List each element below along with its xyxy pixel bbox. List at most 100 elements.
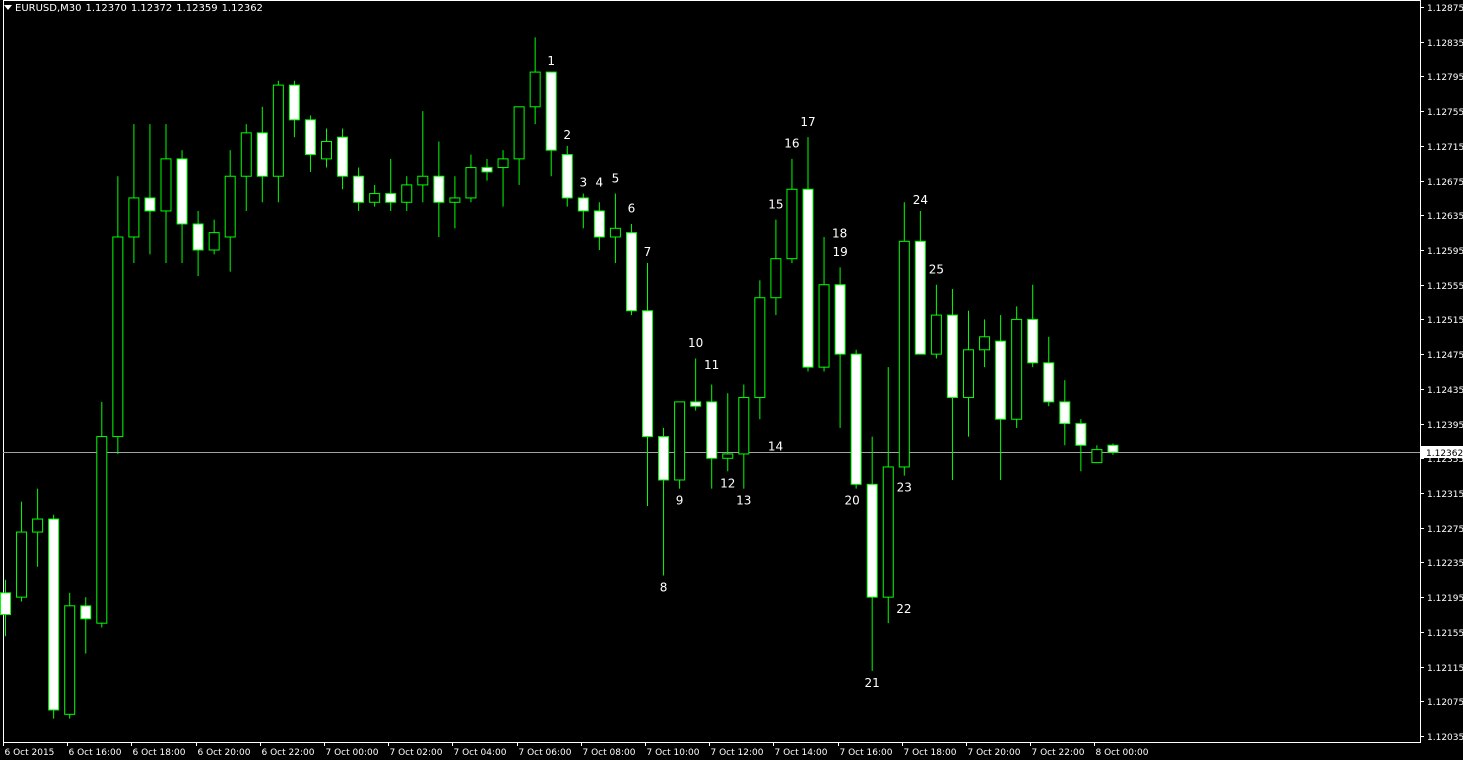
candle[interactable] xyxy=(224,150,236,272)
bull-candle-body xyxy=(417,175,429,186)
price-tag-label: 1.12362 xyxy=(1426,449,1463,459)
wave-label: 22 xyxy=(896,602,911,616)
candle[interactable] xyxy=(417,111,429,203)
price-axis[interactable]: 1.12875 1.12835 1.12795 1.12755 1.12715 1.126… xyxy=(1420,4,1463,743)
y-tick-label: 1.12435 xyxy=(1427,386,1463,396)
candle[interactable] xyxy=(449,176,461,229)
time-axis[interactable]: 6 Oct 2015 6 Oct 16:00 6 Oct 18:00 6 Oct 20… xyxy=(3,742,1149,758)
candle[interactable] xyxy=(1027,284,1039,368)
candle[interactable] xyxy=(353,167,365,211)
candle[interactable] xyxy=(625,223,637,316)
wave-label: 20 xyxy=(845,494,860,508)
candle[interactable] xyxy=(256,106,268,203)
candle[interactable] xyxy=(64,592,76,719)
candle[interactable] xyxy=(433,141,445,237)
candle[interactable] xyxy=(754,280,766,420)
bull-candle-body xyxy=(160,158,172,212)
bull-candle-body xyxy=(722,453,734,459)
candle[interactable] xyxy=(32,488,44,567)
candle[interactable] xyxy=(995,315,1007,480)
bear-candle-body xyxy=(946,314,958,399)
candle[interactable] xyxy=(1091,445,1103,464)
bear-candle-body xyxy=(802,188,814,368)
x-tick-label: 6 Oct 16:00 xyxy=(69,748,122,758)
candle[interactable] xyxy=(369,184,381,207)
candle[interactable] xyxy=(674,401,686,489)
candle[interactable] xyxy=(1059,380,1071,446)
bull-candle-body xyxy=(674,401,686,481)
wave-label: 11 xyxy=(704,358,719,372)
candle[interactable] xyxy=(658,427,670,576)
candle[interactable] xyxy=(337,128,349,190)
x-tick-label: 7 Oct 04:00 xyxy=(454,748,507,758)
candle[interactable] xyxy=(609,193,621,264)
candle[interactable] xyxy=(144,124,156,255)
candle[interactable] xyxy=(497,150,509,207)
bear-candle-body xyxy=(1107,444,1119,453)
x-tick-label: 7 Oct 22:00 xyxy=(1032,748,1085,758)
candle[interactable] xyxy=(112,176,124,454)
candle[interactable] xyxy=(850,349,862,489)
candle[interactable] xyxy=(128,124,140,264)
candle[interactable] xyxy=(1011,306,1023,428)
candle[interactable] xyxy=(176,150,188,264)
candle[interactable] xyxy=(529,37,541,125)
candle[interactable] xyxy=(802,137,814,372)
candle[interactable] xyxy=(834,267,846,428)
candle[interactable] xyxy=(0,579,11,637)
candle[interactable] xyxy=(593,202,605,250)
candle[interactable] xyxy=(914,210,926,355)
candle[interactable] xyxy=(240,124,252,211)
candle[interactable] xyxy=(642,263,653,507)
bull-candle-body xyxy=(786,188,798,260)
candle[interactable] xyxy=(577,193,589,229)
candle[interactable] xyxy=(192,210,204,277)
candle[interactable] xyxy=(979,319,991,368)
candle[interactable] xyxy=(272,80,284,203)
bear-candle-body xyxy=(176,158,188,225)
candle[interactable] xyxy=(481,158,493,181)
candle[interactable] xyxy=(786,158,798,264)
candle[interactable] xyxy=(898,202,910,476)
candle[interactable] xyxy=(321,128,332,168)
wave-label: 5 xyxy=(612,171,620,185)
candle[interactable] xyxy=(513,106,525,185)
candle[interactable] xyxy=(738,384,750,489)
candle[interactable] xyxy=(706,384,718,489)
candle[interactable] xyxy=(304,115,316,172)
candle[interactable] xyxy=(96,401,108,628)
candle[interactable] xyxy=(963,310,974,437)
candle[interactable] xyxy=(16,501,28,602)
candle[interactable] xyxy=(866,436,878,671)
x-tick-label: 7 Oct 00:00 xyxy=(326,748,379,758)
candle[interactable] xyxy=(465,154,477,203)
bull-candle-body xyxy=(770,258,782,299)
candle[interactable] xyxy=(946,289,958,480)
wave-label: 12 xyxy=(720,476,735,490)
candle[interactable] xyxy=(160,124,172,264)
candle[interactable] xyxy=(690,358,702,411)
candle[interactable] xyxy=(288,80,300,138)
candle[interactable] xyxy=(882,367,894,624)
candle[interactable] xyxy=(80,597,92,654)
bull-candle-body xyxy=(449,197,461,203)
candle[interactable] xyxy=(385,158,397,211)
candle[interactable] xyxy=(930,284,942,359)
wave-label: 1 xyxy=(547,54,555,68)
candle[interactable] xyxy=(561,145,573,207)
candlestick-chart[interactable]: 123 4 567891011121314151617181920212223242… xyxy=(0,0,1463,760)
bull-candle-body xyxy=(96,436,108,624)
candle[interactable] xyxy=(770,219,782,316)
candle[interactable] xyxy=(1107,443,1119,455)
candle[interactable] xyxy=(1075,419,1087,472)
candle[interactable] xyxy=(401,176,413,211)
bull-candle-body xyxy=(224,175,236,238)
candle[interactable] xyxy=(545,71,557,177)
candle[interactable] xyxy=(1043,336,1055,407)
wave-label: 17 xyxy=(800,115,815,129)
candle[interactable] xyxy=(48,514,60,719)
bear-candle-body xyxy=(995,340,1007,420)
candle[interactable] xyxy=(818,236,830,372)
candle[interactable] xyxy=(208,219,220,255)
candle[interactable] xyxy=(722,393,734,472)
